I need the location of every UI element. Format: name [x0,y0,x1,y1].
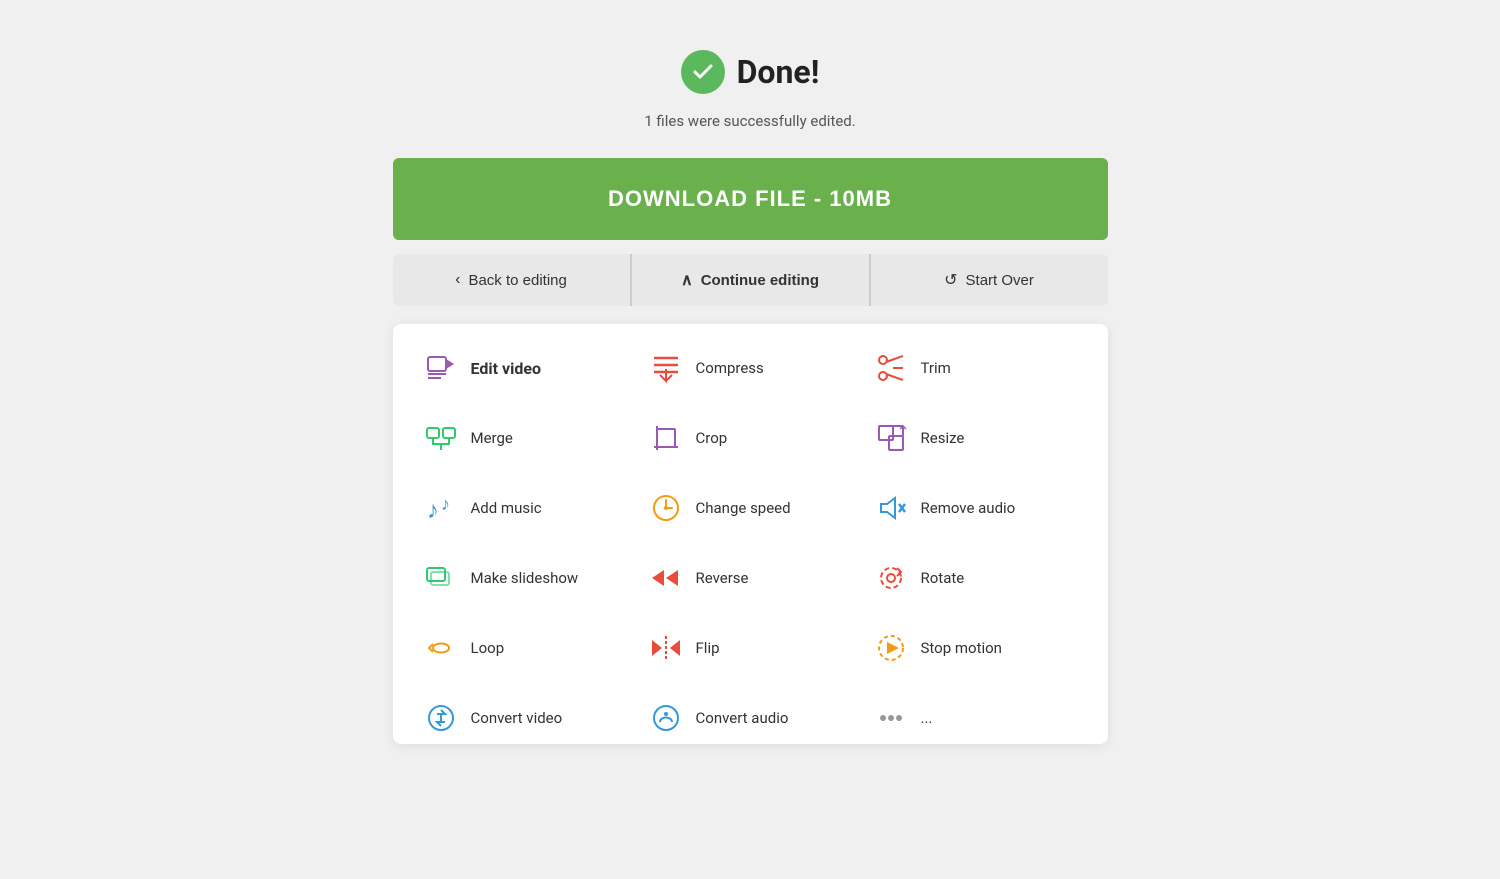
more-label: ... [921,709,933,727]
back-to-editing-button[interactable]: ‹ Back to editing [393,254,631,306]
merge-icon [423,420,459,456]
continue-icon: ∧ [681,270,693,290]
tool-compress[interactable]: Compress [638,334,863,402]
svg-text:♪: ♪ [441,494,450,515]
tool-reverse[interactable]: Reverse [638,544,863,612]
done-title: Done! [737,53,820,91]
convert-audio-label: Convert audio [696,709,789,727]
back-icon: ‹ [455,271,460,289]
reverse-icon [648,560,684,596]
success-icon [681,50,725,94]
tool-resize[interactable]: Resize [863,404,1088,472]
resize-label: Resize [921,429,965,447]
change-speed-label: Change speed [696,499,791,517]
crop-label: Crop [696,429,728,447]
remove-audio-label: Remove audio [921,499,1016,517]
start-over-label: Start Over [966,272,1034,289]
trim-label: Trim [921,359,951,377]
flip-label: Flip [696,639,720,657]
add-music-icon: ♪ ♪ [423,490,459,526]
loop-icon [423,630,459,666]
convert-video-label: Convert video [471,709,563,727]
add-music-label: Add music [471,499,542,517]
remove-audio-icon [873,490,909,526]
rotate-label: Rotate [921,569,965,587]
flip-icon [648,630,684,666]
tool-make-slideshow[interactable]: Make slideshow [413,544,638,612]
merge-label: Merge [471,429,513,447]
action-buttons: ‹ Back to editing ∧ Continue editing ↺ S… [393,254,1108,306]
tool-stop-motion[interactable]: Stop motion [863,614,1088,682]
tool-rotate[interactable]: Rotate [863,544,1088,612]
compress-icon [648,350,684,386]
back-to-editing-label: Back to editing [468,272,566,289]
tool-trim[interactable]: Trim [863,334,1088,402]
stop-motion-label: Stop motion [921,639,1002,657]
trim-icon [873,350,909,386]
tool-change-speed[interactable]: Change speed [638,474,863,542]
change-speed-icon [648,490,684,526]
tool-add-music[interactable]: ♪ ♪ Add music [413,474,638,542]
start-over-button[interactable]: ↺ Start Over [870,254,1108,306]
make-slideshow-icon [423,560,459,596]
svg-text:♪: ♪ [427,496,439,524]
tools-scroll[interactable]: Edit video Compress [393,324,1108,744]
done-header: Done! [681,50,820,94]
tool-remove-audio[interactable]: Remove audio [863,474,1088,542]
continue-editing-button[interactable]: ∧ Continue editing [631,254,870,306]
crop-icon [648,420,684,456]
more-icon [873,700,909,736]
stop-motion-icon [873,630,909,666]
loop-label: Loop [471,639,505,657]
make-slideshow-label: Make slideshow [471,569,579,587]
tool-convert-audio[interactable]: Convert audio [638,684,863,744]
start-over-icon: ↺ [944,270,957,290]
convert-video-icon [423,700,459,736]
tool-loop[interactable]: Loop [413,614,638,682]
subtitle: 1 files were successfully edited. [644,112,855,130]
tool-edit-video[interactable]: Edit video [413,334,638,402]
compress-label: Compress [696,359,764,377]
tool-more[interactable]: ... [863,684,1088,744]
resize-icon [873,420,909,456]
rotate-icon [873,560,909,596]
tools-panel: Edit video Compress [393,324,1108,744]
edit-video-label: Edit video [471,359,542,378]
download-button[interactable]: DOWNLOAD FILE - 10MB [393,158,1108,240]
tools-grid: Edit video Compress [413,334,1088,744]
edit-video-icon [423,350,459,386]
tool-crop[interactable]: Crop [638,404,863,472]
reverse-label: Reverse [696,569,749,587]
convert-audio-icon [648,700,684,736]
tool-flip[interactable]: Flip [638,614,863,682]
tool-convert-video[interactable]: Convert video [413,684,638,744]
continue-editing-label: Continue editing [701,272,819,289]
tool-merge[interactable]: Merge [413,404,638,472]
